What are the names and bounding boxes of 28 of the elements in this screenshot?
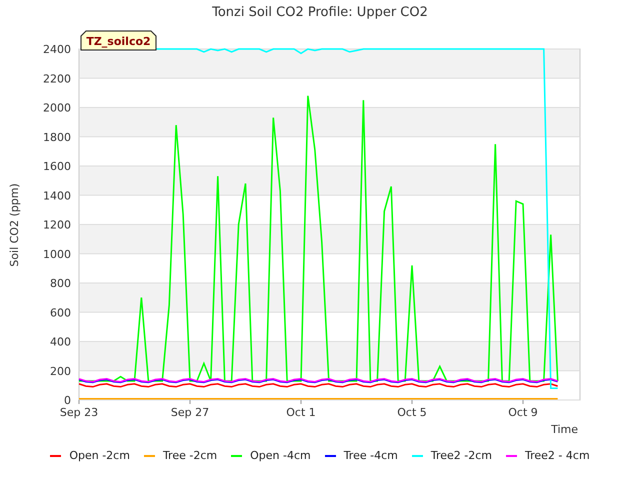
legend-label: Open -2cm (69, 448, 130, 464)
y-axis-label: Soil CO2 (ppm) (8, 183, 21, 267)
y-tick-label: 2200 (43, 72, 71, 86)
y-tick-label: 400 (50, 336, 71, 348)
legend-label: Tree2 -2cm (430, 448, 492, 464)
y-tick-label: 800 (50, 277, 71, 290)
chart-title: Tonzi Soil CO2 Profile: Upper CO2 (212, 5, 428, 20)
legend-label: Tree -2cm (162, 448, 218, 464)
y-tick-label: 1600 (43, 160, 71, 173)
y-tick-label: 600 (50, 306, 71, 320)
x-tick-label: Oct 9 (508, 406, 538, 419)
y-tick-label: 1800 (43, 130, 71, 144)
y-tick-label: 2000 (43, 102, 71, 114)
y-tick-label: 0 (64, 394, 71, 407)
y-tick-label: 1000 (43, 248, 71, 261)
x-tick-label: Sep 23 (60, 406, 98, 419)
y-tick-label: 2400 (43, 43, 71, 56)
x-tick-label: Sep 27 (170, 406, 210, 419)
y-tick-label: 1200 (43, 218, 71, 232)
y-tick-label: 200 (50, 364, 71, 378)
tag-label: TZ_soilco2 (80, 30, 156, 50)
legend-label: Open -4cm (250, 448, 311, 464)
x-tick-label: Oct 1 (286, 406, 316, 419)
x-axis-label: Time (551, 423, 578, 436)
y-tick-label: 1400 (43, 189, 71, 202)
legend-label: Tree2 - 4cm (525, 448, 590, 464)
legend-label: Tree -4cm (344, 448, 398, 464)
x-tick-label: Oct 5 (397, 406, 427, 419)
